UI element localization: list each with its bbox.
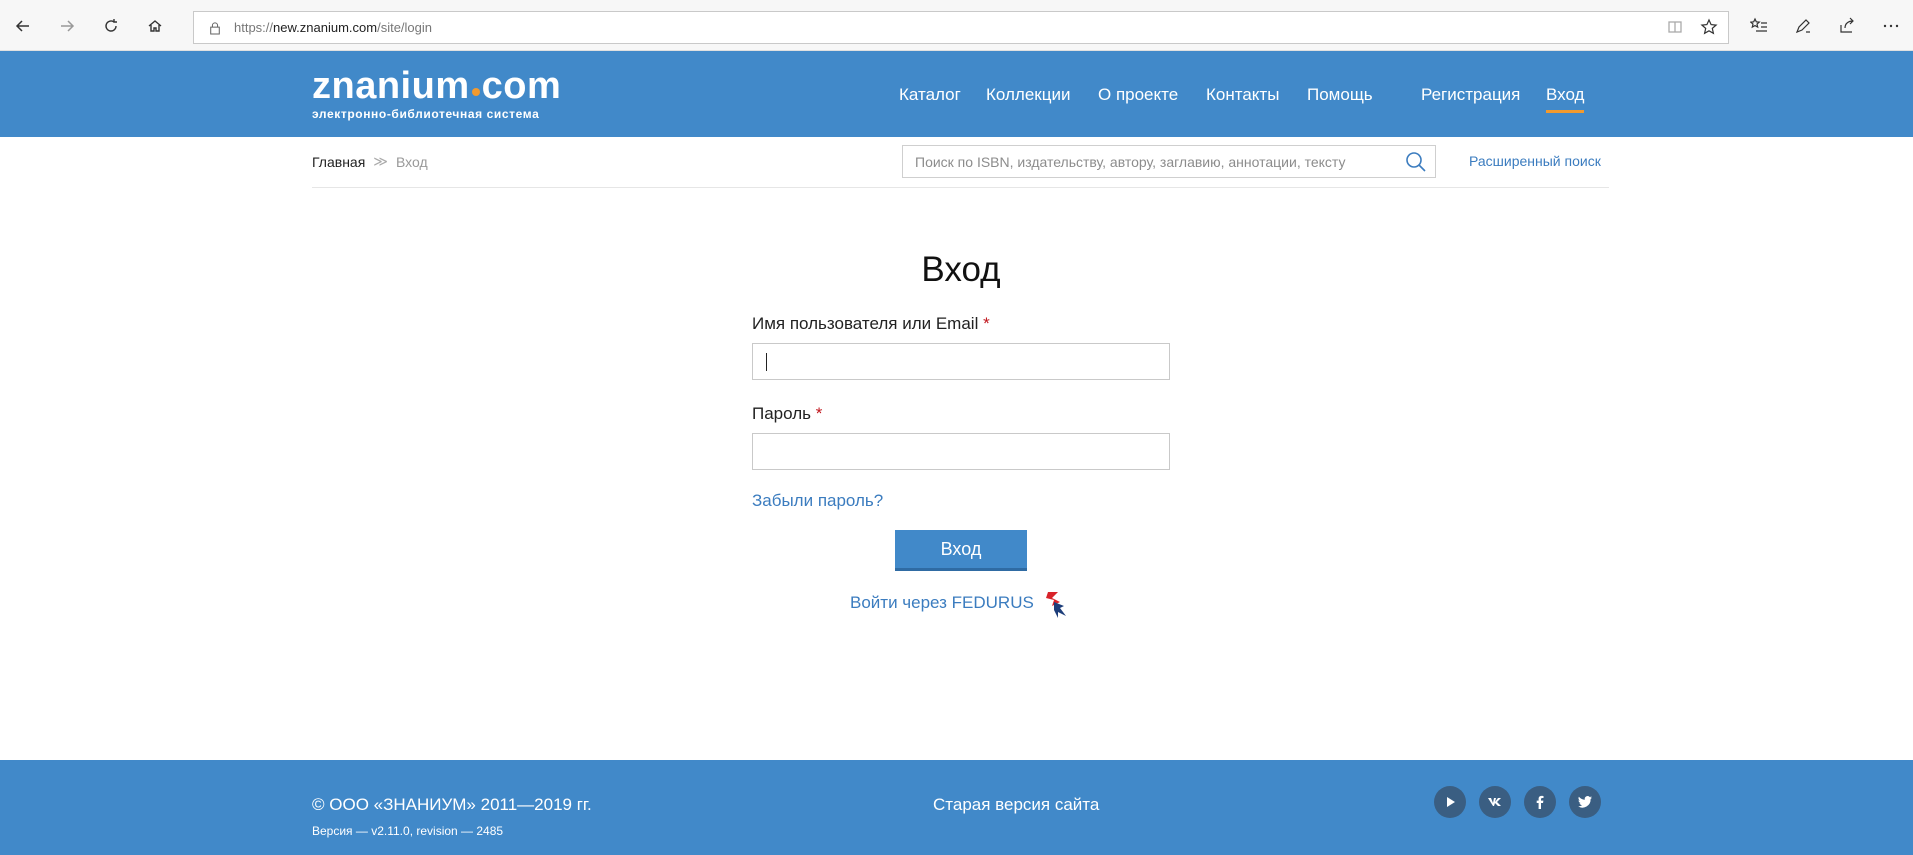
old-site-link[interactable]: Старая версия сайта bbox=[933, 795, 1099, 815]
pen-icon[interactable] bbox=[1781, 12, 1825, 40]
url-text: https://new.znanium.com/site/login bbox=[234, 20, 433, 35]
nav-register[interactable]: Регистрация bbox=[1421, 85, 1520, 105]
nav-collections[interactable]: Коллекции bbox=[986, 85, 1070, 105]
login-form: Имя пользователя или Email * Пароль * За… bbox=[752, 314, 1170, 571]
breadcrumb: Главная ≫ Вход bbox=[312, 153, 428, 170]
facebook-icon[interactable] bbox=[1524, 786, 1556, 818]
breadcrumb-current: Вход bbox=[395, 153, 428, 170]
password-input[interactable] bbox=[753, 434, 1169, 469]
username-input[interactable] bbox=[753, 344, 1169, 379]
fedurus-label: Войти через FEDURUS bbox=[850, 593, 1034, 612]
youtube-icon[interactable] bbox=[1434, 786, 1466, 818]
password-field-wrap bbox=[752, 433, 1170, 470]
reading-view-icon[interactable] bbox=[1666, 18, 1684, 41]
username-label: Имя пользователя или Email * bbox=[752, 314, 990, 333]
lock-icon bbox=[208, 20, 222, 36]
nav-contacts[interactable]: Контакты bbox=[1206, 85, 1279, 105]
main-nav: Каталог Коллекции О проекте Контакты Пом… bbox=[0, 85, 1913, 113]
fedurus-logo-icon bbox=[1045, 592, 1066, 618]
forgot-password-link[interactable]: Забыли пароль? bbox=[752, 491, 1170, 511]
advanced-search-link[interactable]: Расширенный поиск bbox=[1469, 153, 1601, 169]
favorites-list-icon[interactable] bbox=[1737, 12, 1781, 40]
version-text: Версия — v2.11.0, revision — 2485 bbox=[312, 824, 504, 838]
required-mark: * bbox=[983, 314, 990, 333]
breadcrumb-home[interactable]: Главная bbox=[312, 154, 365, 170]
forward-icon[interactable] bbox=[53, 12, 81, 40]
nav-login[interactable]: Вход bbox=[1546, 85, 1585, 113]
nav-about[interactable]: О проекте bbox=[1098, 85, 1178, 105]
required-mark: * bbox=[815, 404, 823, 423]
fedurus-login-link[interactable]: Войти через FEDURUS bbox=[850, 588, 1070, 618]
text-caret bbox=[766, 353, 767, 371]
divider bbox=[312, 187, 1609, 188]
search-box bbox=[902, 145, 1436, 178]
site-header: znanium com электронно-библиотечная систе… bbox=[0, 51, 1913, 137]
vk-icon[interactable] bbox=[1479, 786, 1511, 818]
more-icon[interactable] bbox=[1869, 12, 1913, 40]
home-icon[interactable] bbox=[141, 12, 169, 40]
twitter-icon[interactable] bbox=[1569, 786, 1601, 818]
browser-toolbar: https://new.znanium.com/site/login bbox=[0, 0, 1913, 51]
nav-catalog[interactable]: Каталог bbox=[899, 85, 961, 105]
password-label: Пароль * bbox=[752, 404, 823, 423]
favorite-star-icon[interactable] bbox=[1700, 18, 1718, 41]
page-title: Вход bbox=[921, 250, 1001, 289]
copyright-text: © ООО «ЗНАНИУМ» 2011—2019 гг. bbox=[312, 795, 592, 814]
logo-tagline: электронно-библиотечная система bbox=[312, 107, 540, 121]
share-icon[interactable] bbox=[1825, 12, 1869, 40]
username-field-wrap bbox=[752, 343, 1170, 380]
refresh-icon[interactable] bbox=[97, 12, 125, 40]
nav-help[interactable]: Помощь bbox=[1307, 85, 1373, 105]
site-footer: © ООО «ЗНАНИУМ» 2011—2019 гг. Версия — v… bbox=[0, 760, 1913, 855]
breadcrumb-separator: ≫ bbox=[373, 153, 388, 169]
login-submit-button[interactable]: Вход bbox=[895, 530, 1027, 571]
social-links bbox=[1434, 786, 1601, 818]
search-icon[interactable] bbox=[1405, 151, 1427, 173]
back-icon[interactable] bbox=[9, 12, 37, 40]
address-bar[interactable]: https://new.znanium.com/site/login bbox=[193, 11, 1729, 44]
search-input[interactable] bbox=[903, 146, 1383, 177]
